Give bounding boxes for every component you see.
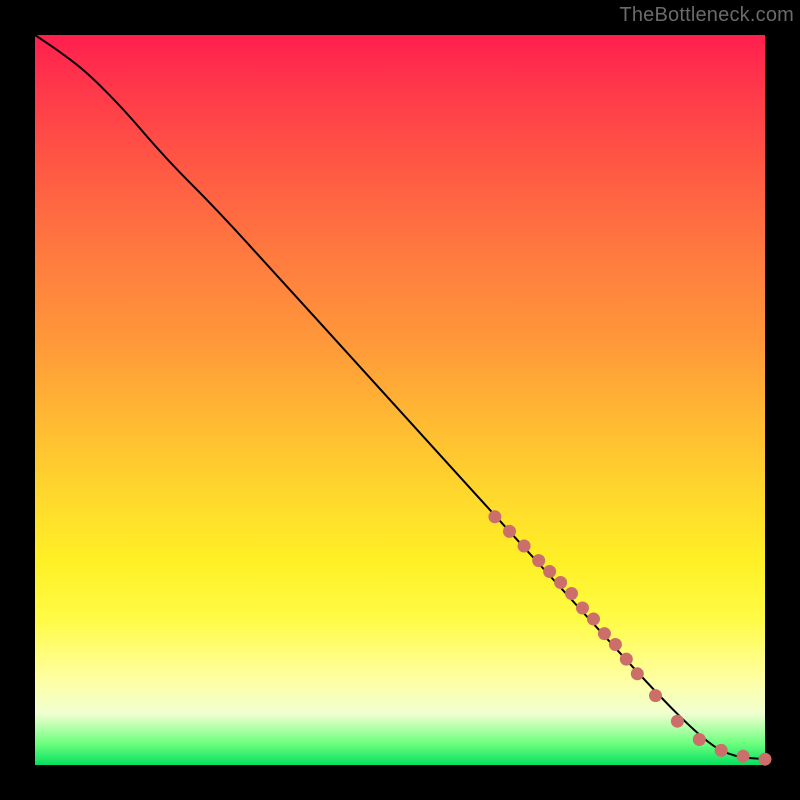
curve-marker — [759, 753, 772, 766]
curve-marker — [737, 750, 750, 763]
curve-marker — [518, 540, 531, 553]
curve-marker — [503, 525, 516, 538]
curve-marker — [715, 744, 728, 757]
curve-marker — [565, 587, 578, 600]
curve-marker — [620, 653, 633, 666]
curve-marker — [532, 554, 545, 567]
curve-marker — [649, 689, 662, 702]
curve-marker — [598, 627, 611, 640]
watermark-text: TheBottleneck.com — [619, 4, 794, 27]
curve-marker — [554, 576, 567, 589]
plot-area — [35, 35, 765, 765]
curve-markers — [488, 510, 771, 765]
curve-marker — [671, 715, 684, 728]
curve-marker — [543, 565, 556, 578]
curve-layer — [35, 35, 765, 765]
curve-marker — [631, 667, 644, 680]
curve-marker — [576, 602, 589, 615]
curve-marker — [488, 510, 501, 523]
curve-marker — [587, 613, 600, 626]
curve-marker — [609, 638, 622, 651]
bottleneck-curve — [35, 35, 765, 759]
curve-marker — [693, 733, 706, 746]
chart-frame: TheBottleneck.com — [0, 0, 800, 800]
